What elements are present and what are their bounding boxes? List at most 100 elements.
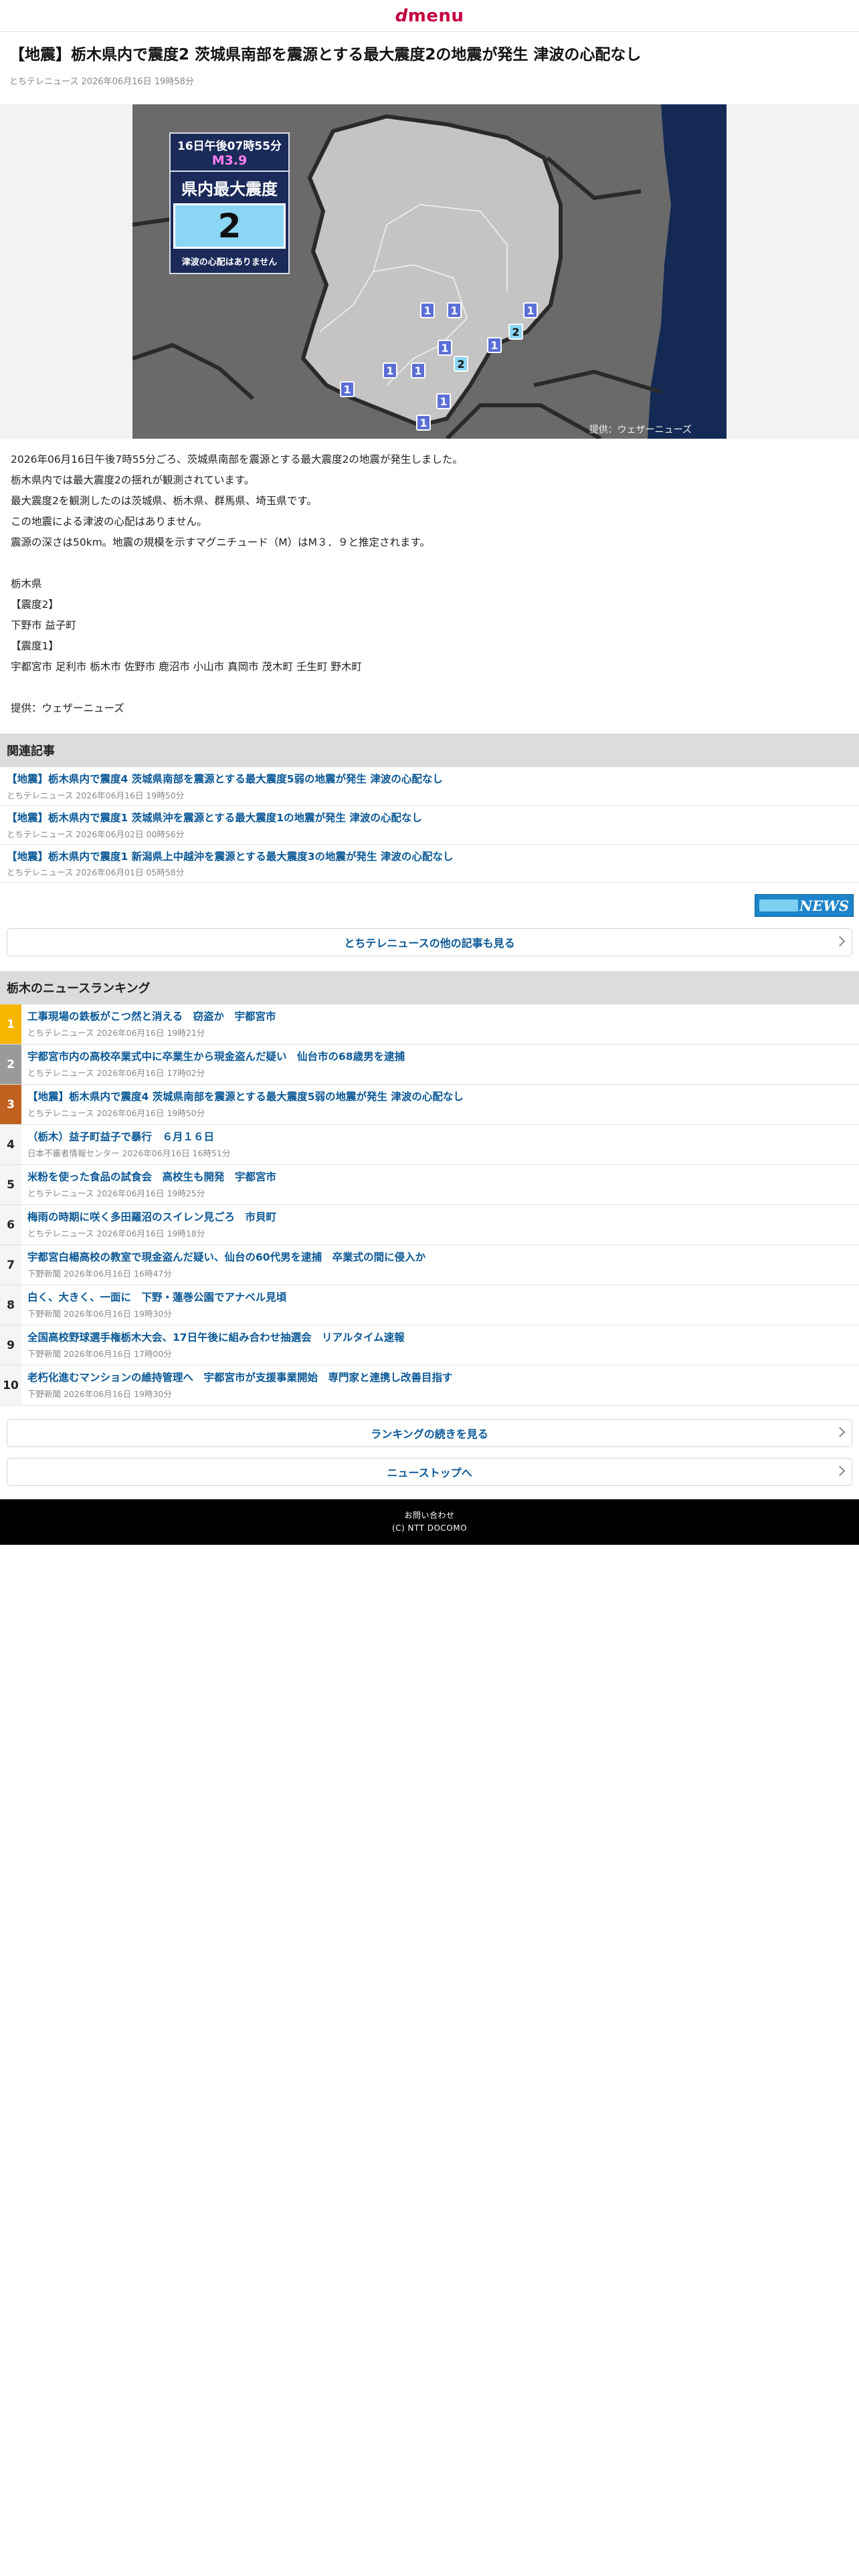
related-item[interactable]: 【地震】栃木県内で震度1 新潟県上中越沖を震源とする最大震度3の地震が発生 津波… bbox=[0, 845, 859, 883]
rank-number: 3 bbox=[0, 1085, 21, 1125]
intensity-marker: 1 bbox=[340, 381, 355, 398]
ranking-item-meta: 下野新聞 2026年06月16日 17時00分 bbox=[27, 1349, 172, 1360]
ranking-item-meta: 下野新聞 2026年06月16日 19時30分 bbox=[27, 1389, 172, 1400]
ranking-item-title[interactable]: 【地震】栃木県内で震度4 茨城県南部を震源とする最大震度5弱の地震が発生 津波の… bbox=[27, 1090, 854, 1105]
related-heading: 関連記事 bbox=[0, 734, 859, 768]
body-line: 【震度2】 bbox=[11, 599, 59, 611]
rank-number: 1 bbox=[0, 1004, 21, 1045]
ranking-item-title[interactable]: 工事現場の鉄板がこつ然と消える 窃盗か 宇都宮市 bbox=[27, 1010, 854, 1025]
ranking-row[interactable]: 7 宇都宮白楊高校の教室で現金盗んだ疑い、仙台の60代男を逮捕 卒業式の間に侵入… bbox=[0, 1245, 859, 1286]
quake-time: 16日午後07時55分 bbox=[177, 140, 282, 154]
intensity-marker: 1 bbox=[447, 302, 462, 319]
ranking-item-title[interactable]: 宇都宮白楊高校の教室で現金盗んだ疑い、仙台の60代男を逮捕 卒業式の間に侵入か bbox=[27, 1251, 854, 1265]
rank-number: 4 bbox=[0, 1125, 21, 1165]
rank-number: 6 bbox=[0, 1205, 21, 1245]
article-title: 【地震】栃木県内で震度2 茨城県南部を震源とする最大震度2の地震が発生 津波の心… bbox=[9, 46, 642, 64]
tochitele-news-logo[interactable]: NEWS bbox=[755, 894, 854, 918]
ranking-item-title[interactable]: 宇都宮市内の高校卒業式中に卒業生から現金盗んだ疑い 仙台市の68歳男を逮捕 bbox=[27, 1050, 854, 1065]
ranking-item-meta: 日本不審者情報センター 2026年06月16日 16時51分 bbox=[27, 1148, 231, 1159]
intensity-marker: 2 bbox=[454, 356, 468, 372]
related-item-title[interactable]: 【地震】栃木県内で震度4 茨城県南部を震源とする最大震度5弱の地震が発生 津波の… bbox=[7, 772, 852, 787]
ranking-row[interactable]: 10 老朽化進むマンションの維持管理へ 宇都宮市が支援事業開始 専門家と連携し改… bbox=[0, 1366, 859, 1406]
body-line: 栃木県内では最大震度2の揺れが観測されています。 bbox=[11, 474, 255, 487]
article-header: 【地震】栃木県内で震度2 茨城県南部を震源とする最大震度2の地震が発生 津波の心… bbox=[0, 32, 859, 94]
quake-info-box: 16日午後07時55分 M3.9 県内最大震度 2 津波の心配はありません bbox=[169, 132, 290, 275]
ranking-item-title[interactable]: （栃木）益子町益子で暴行 ６月１６日 bbox=[27, 1130, 854, 1145]
ranking-item-meta: とちテレニュース 2026年06月16日 19時50分 bbox=[27, 1108, 205, 1119]
body-line: この地震による津波の心配はありません。 bbox=[11, 516, 207, 528]
intensity-marker: 1 bbox=[438, 340, 452, 356]
ranking-item-title[interactable]: 全国高校野球選手権栃木大会、17日午後に組み合わせ抽選会 リアルタイム速報 bbox=[27, 1331, 854, 1346]
ranking-item-meta: とちテレニュース 2026年06月16日 17時02分 bbox=[27, 1068, 205, 1079]
ranking-item-title[interactable]: 梅雨の時期に咲く多田羅沼のスイレン見ごろ 市貝町 bbox=[27, 1210, 854, 1225]
related-item-title[interactable]: 【地震】栃木県内で震度1 茨城県沖を震源とする最大震度1の地震が発生 津波の心配… bbox=[7, 811, 852, 826]
ranking-row[interactable]: 9 全国高校野球選手権栃木大会、17日午後に組み合わせ抽選会 リアルタイム速報下… bbox=[0, 1325, 859, 1366]
ranking-item-meta: とちテレニュース 2026年06月16日 19時18分 bbox=[27, 1228, 205, 1239]
ranking-row[interactable]: 1 工事現場の鉄板がこつ然と消える 窃盗か 宇都宮市とちテレニュース 2026年… bbox=[0, 1004, 859, 1045]
intensity-marker: 1 bbox=[416, 415, 431, 431]
rank-number: 7 bbox=[0, 1245, 21, 1285]
ranking-row[interactable]: 2 宇都宮市内の高校卒業式中に卒業生から現金盗んだ疑い 仙台市の68歳男を逮捕と… bbox=[0, 1045, 859, 1085]
intensity-marker: 1 bbox=[487, 337, 502, 354]
body-line: 【震度1】 bbox=[11, 640, 59, 653]
chevron-right-icon bbox=[834, 1466, 846, 1477]
related-item-meta: とちテレニュース 2026年06月02日 00時56分 bbox=[7, 829, 185, 839]
rank-number: 9 bbox=[0, 1325, 21, 1366]
article-body: 2026年06月16日午後7時55分ごろ、茨城県南部を震源とする最大震度2の地震… bbox=[0, 439, 859, 724]
article-meta: とちテレニュース 2026年06月16日 19時58分 bbox=[9, 77, 194, 88]
body-line: 震源の深さは50km。地震の規模を示すマグニチュード（M）はM３．９と推定されま… bbox=[11, 536, 430, 549]
related-item[interactable]: 【地震】栃木県内で震度1 茨城県沖を震源とする最大震度1の地震が発生 津波の心配… bbox=[0, 806, 859, 845]
ranking-row[interactable]: 3 【地震】栃木県内で震度4 茨城県南部を震源とする最大震度5弱の地震が発生 津… bbox=[0, 1085, 859, 1125]
rank-number: 8 bbox=[0, 1285, 21, 1325]
intensity-marker: 1 bbox=[523, 302, 538, 319]
intensity-marker: 1 bbox=[411, 362, 425, 379]
max-intensity-label: 県内最大震度 bbox=[171, 171, 288, 204]
body-line: 栃木県 bbox=[11, 578, 42, 591]
more-provider-articles-button[interactable]: とちテレニュースの他の記事も見る bbox=[7, 928, 852, 957]
article-figure-wrap: 16日午後07時55分 M3.9 県内最大震度 2 津波の心配はありません 11… bbox=[0, 104, 859, 439]
dmenu-logo[interactable]: dmenu bbox=[395, 6, 464, 26]
site-footer: お問い合わせ (C) NTT DOCOMO bbox=[0, 1499, 859, 1545]
related-item-meta: とちテレニュース 2026年06月01日 05時58分 bbox=[7, 867, 185, 878]
news-top-button[interactable]: ニューストップへ bbox=[7, 1458, 852, 1487]
body-spacer bbox=[11, 553, 848, 574]
figure-credit: 提供：ウェザーニューズ bbox=[589, 425, 692, 436]
tochitele-mark-icon bbox=[759, 899, 798, 912]
related-list: 【地震】栃木県内で震度4 茨城県南部を震源とする最大震度5弱の地震が発生 津波の… bbox=[0, 767, 859, 883]
ranking-item-meta: とちテレニュース 2026年06月16日 19時21分 bbox=[27, 1028, 205, 1039]
chevron-right-icon bbox=[834, 936, 846, 947]
provider-logo-row: NEWS bbox=[0, 883, 859, 928]
chevron-right-icon bbox=[834, 1427, 846, 1438]
rank-number: 5 bbox=[0, 1165, 21, 1205]
intensity-marker: 1 bbox=[383, 362, 397, 379]
ranking-row[interactable]: 6 梅雨の時期に咲く多田羅沼のスイレン見ごろ 市貝町とちテレニュース 2026年… bbox=[0, 1205, 859, 1246]
ranking-row[interactable]: 4 （栃木）益子町益子で暴行 ６月１６日日本不審者情報センター 2026年06月… bbox=[0, 1125, 859, 1166]
copyright: (C) NTT DOCOMO bbox=[391, 1523, 468, 1533]
contact-link[interactable]: お問い合わせ bbox=[404, 1509, 454, 1522]
site-header: dmenu bbox=[0, 0, 859, 32]
ranking-item-title[interactable]: 老朽化進むマンションの維持管理へ 宇都宮市が支援事業開始 専門家と連携し改善目指… bbox=[27, 1371, 854, 1386]
intensity-marker: 2 bbox=[508, 324, 523, 340]
ranking-item-title[interactable]: 白く、大きく、一面に 下野・蓮巻公園でアナベル見頃 bbox=[27, 1291, 854, 1305]
body-line: 下野市 益子町 bbox=[11, 619, 76, 632]
ranking-item-meta: 下野新聞 2026年06月16日 19時30分 bbox=[27, 1309, 172, 1319]
rank-number: 2 bbox=[0, 1045, 21, 1085]
intensity-marker: 1 bbox=[436, 393, 451, 410]
tsunami-note: 津波の心配はありません bbox=[171, 249, 288, 274]
related-item[interactable]: 【地震】栃木県内で震度4 茨城県南部を震源とする最大震度5弱の地震が発生 津波の… bbox=[0, 767, 859, 807]
ranking-list: 1 工事現場の鉄板がこつ然と消える 窃盗か 宇都宮市とちテレニュース 2026年… bbox=[0, 1004, 859, 1406]
intensity-marker: 1 bbox=[420, 302, 435, 319]
related-item-title[interactable]: 【地震】栃木県内で震度1 新潟県上中越沖を震源とする最大震度3の地震が発生 津波… bbox=[7, 850, 852, 865]
ranking-more-button[interactable]: ランキングの続きを見る bbox=[7, 1419, 852, 1448]
ranking-item-title[interactable]: 米粉を使った食品の試食会 高校生も開発 宇都宮市 bbox=[27, 1170, 854, 1185]
ranking-item-meta: 下野新聞 2026年06月16日 16時47分 bbox=[27, 1269, 172, 1279]
ranking-row[interactable]: 8 白く、大きく、一面に 下野・蓮巻公園でアナベル見頃下野新聞 2026年06月… bbox=[0, 1285, 859, 1326]
body-line: 宇都宮市 足利市 栃木市 佐野市 鹿沼市 小山市 真岡市 茂木町 壬生町 野木町 bbox=[11, 661, 362, 673]
body-spacer bbox=[11, 677, 848, 698]
related-item-meta: とちテレニュース 2026年06月16日 19時50分 bbox=[7, 790, 185, 801]
ranking-heading: 栃木のニュースランキング bbox=[0, 971, 859, 1005]
ranking-row[interactable]: 5 米粉を使った食品の試食会 高校生も開発 宇都宮市 とちテレニュース 2026年… bbox=[0, 1165, 859, 1206]
body-line: 2026年06月16日午後7時55分ごろ、茨城県南部を震源とする最大震度2の地震… bbox=[11, 453, 463, 466]
earthquake-map: 16日午後07時55分 M3.9 県内最大震度 2 津波の心配はありません 11… bbox=[132, 104, 727, 439]
max-intensity-value: 2 bbox=[173, 203, 286, 249]
